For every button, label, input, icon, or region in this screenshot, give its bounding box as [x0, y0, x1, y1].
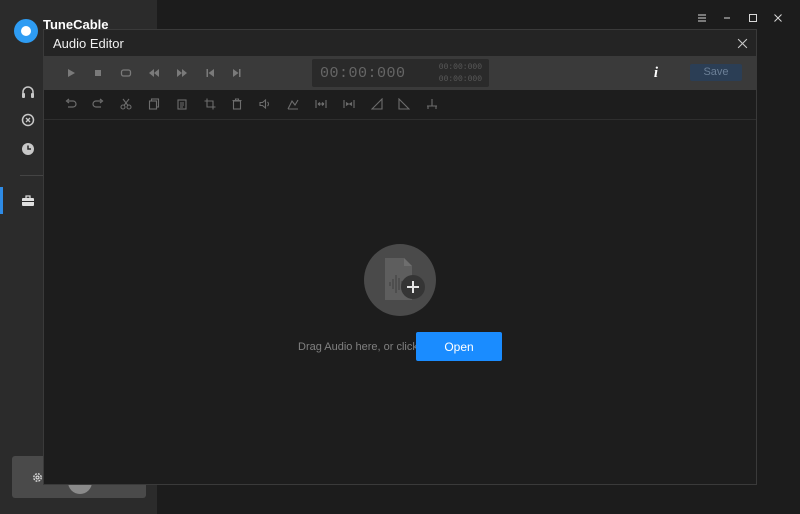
volume-icon[interactable]	[258, 97, 272, 111]
add-audio-icon[interactable]	[364, 244, 436, 316]
fast-forward-icon[interactable]	[175, 66, 189, 80]
amplify-icon[interactable]	[286, 97, 300, 111]
undo-icon[interactable]	[63, 97, 77, 111]
fade-out-icon[interactable]	[397, 97, 411, 111]
compress-icon[interactable]	[342, 97, 356, 111]
dialog-close-icon[interactable]	[734, 35, 750, 51]
delete-icon[interactable]	[230, 97, 244, 111]
edit-toolbar	[44, 90, 756, 120]
app-logo-icon	[14, 19, 38, 43]
clock-icon[interactable]	[20, 141, 36, 157]
menu-icon[interactable]	[694, 10, 710, 26]
selection-start-time: 00:00:000	[438, 63, 482, 72]
info-icon[interactable]: i	[650, 65, 662, 81]
open-button[interactable]: Open	[416, 332, 502, 361]
time-display: 00:00:000 00:00:000 00:00:000	[312, 59, 489, 87]
loop-icon[interactable]	[119, 66, 133, 80]
audio-editor-dialog: Audio Editor 00:00:000 00:00:000 00:00:0…	[43, 29, 757, 485]
cut-icon[interactable]	[119, 97, 133, 111]
toolbox-icon[interactable]	[20, 193, 36, 209]
skip-end-icon[interactable]	[230, 66, 244, 80]
redo-icon[interactable]	[91, 97, 105, 111]
stop-icon[interactable]	[91, 66, 105, 80]
dialog-title: Audio Editor	[53, 36, 124, 51]
selection-end-time: 00:00:000	[438, 75, 482, 84]
minimize-icon[interactable]	[719, 10, 735, 26]
music-note-icon[interactable]	[20, 112, 36, 128]
close-icon[interactable]	[770, 10, 786, 26]
current-time: 00:00:000	[320, 65, 406, 82]
drop-hint: Drag Audio here, or click	[298, 341, 418, 353]
plus-icon	[401, 275, 425, 299]
headphones-icon[interactable]	[20, 84, 36, 100]
transport-bar: 00:00:000 00:00:000 00:00:000 i Save	[44, 56, 756, 90]
skip-start-icon[interactable]	[203, 66, 217, 80]
dialog-titlebar: Audio Editor	[44, 30, 756, 56]
save-button[interactable]: Save	[690, 64, 742, 81]
fade-in-icon[interactable]	[370, 97, 384, 111]
crop-icon[interactable]	[203, 97, 217, 111]
active-indicator	[0, 187, 3, 214]
rewind-icon[interactable]	[147, 66, 161, 80]
split-icon[interactable]	[425, 97, 439, 111]
play-icon[interactable]	[64, 66, 78, 80]
copy-icon[interactable]	[147, 97, 161, 111]
expand-icon[interactable]	[314, 97, 328, 111]
paste-icon[interactable]	[175, 97, 189, 111]
maximize-icon[interactable]	[745, 10, 761, 26]
